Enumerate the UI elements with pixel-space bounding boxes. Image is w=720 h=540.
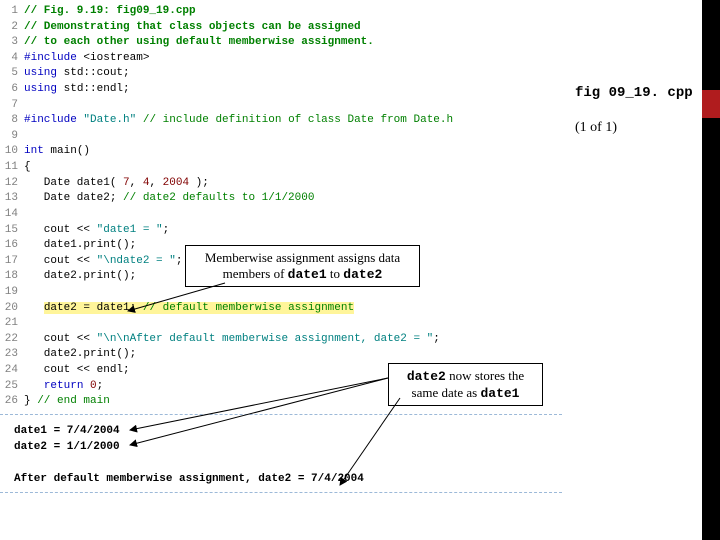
code-line: 5using std::cout; [0, 66, 562, 82]
line-number: 3 [0, 35, 24, 51]
code-line: 6using std::endl; [0, 82, 562, 98]
code-text: // Fig. 9.19: fig09_19.cpp [24, 4, 196, 20]
code-text: #include "Date.h" // include definition … [24, 113, 453, 129]
line-number: 9 [0, 129, 24, 145]
line-number: 17 [0, 254, 24, 270]
line-number: 25 [0, 379, 24, 395]
code-text: int main() [24, 144, 90, 160]
line-number: 12 [0, 176, 24, 192]
output-line: date1 = 7/4/2004 [14, 424, 562, 440]
line-number: 4 [0, 51, 24, 67]
code-line: 19 [0, 285, 562, 301]
line-number: 21 [0, 316, 24, 332]
callout-line: same date as date1 [397, 385, 534, 402]
code-listing: 1// Fig. 9.19: fig09_19.cpp2// Demonstra… [0, 4, 562, 415]
code-line: 21 [0, 316, 562, 332]
code-line: 7 [0, 98, 562, 114]
code-text: date2.print(); [24, 269, 136, 285]
right-accent-strip [702, 0, 720, 540]
callout-line: members of date1 to date2 [194, 266, 411, 283]
callout-line: Memberwise assignment assigns data [194, 250, 411, 266]
code-text [24, 98, 31, 114]
line-number: 18 [0, 269, 24, 285]
code-text: return 0; [24, 379, 103, 395]
code-text [24, 316, 31, 332]
callout-memberwise: Memberwise assignment assigns data membe… [185, 245, 420, 287]
code-text: #include <iostream> [24, 51, 149, 67]
line-number: 23 [0, 347, 24, 363]
code-text: date2 = date1; // default memberwise ass… [24, 301, 354, 317]
code-line: 8#include "Date.h" // include definition… [0, 113, 562, 129]
code-line: 11{ [0, 160, 562, 176]
line-number: 6 [0, 82, 24, 98]
code-text: // to each other using default memberwis… [24, 35, 374, 51]
code-text: cout << "date1 = "; [24, 223, 169, 239]
code-line: 14 [0, 207, 562, 223]
page-indicator: (1 of 1) [575, 120, 617, 136]
code-text [24, 285, 31, 301]
code-text: cout << "\n\nAfter default memberwise as… [24, 332, 440, 348]
code-line: 3// to each other using default memberwi… [0, 35, 562, 51]
code-text: date2.print(); [24, 347, 136, 363]
line-number: 14 [0, 207, 24, 223]
line-number: 24 [0, 363, 24, 379]
code-text: cout << endl; [24, 363, 130, 379]
file-title: fig 09_19. cpp [575, 85, 693, 101]
code-line: 2// Demonstrating that class objects can… [0, 20, 562, 36]
line-number: 19 [0, 285, 24, 301]
line-number: 2 [0, 20, 24, 36]
code-text: // Demonstrating that class objects can … [24, 20, 361, 36]
code-line: 10int main() [0, 144, 562, 160]
line-number: 10 [0, 144, 24, 160]
line-number: 11 [0, 160, 24, 176]
code-line: 15 cout << "date1 = "; [0, 223, 562, 239]
line-number: 8 [0, 113, 24, 129]
output-line [14, 456, 562, 472]
output-line: date2 = 1/1/2000 [14, 440, 562, 456]
line-number: 7 [0, 98, 24, 114]
line-number: 26 [0, 394, 24, 410]
code-text [24, 129, 31, 145]
code-text: date1.print(); [24, 238, 136, 254]
code-text: cout << "\ndate2 = "; [24, 254, 182, 270]
line-number: 22 [0, 332, 24, 348]
callout-date2: date2 now stores the same date as date1 [388, 363, 543, 406]
code-line: 23 date2.print(); [0, 347, 562, 363]
line-number: 16 [0, 238, 24, 254]
code-text: } // end main [24, 394, 110, 410]
line-number: 13 [0, 191, 24, 207]
code-text: Date date2; // date2 defaults to 1/1/200… [24, 191, 314, 207]
code-line: 20 date2 = date1; // default memberwise … [0, 301, 562, 317]
line-number: 15 [0, 223, 24, 239]
code-text: { [24, 160, 31, 176]
line-number: 1 [0, 4, 24, 20]
code-text: using std::cout; [24, 66, 130, 82]
code-line: 12 Date date1( 7, 4, 2004 ); [0, 176, 562, 192]
code-line: 4#include <iostream> [0, 51, 562, 67]
code-text: Date date1( 7, 4, 2004 ); [24, 176, 209, 192]
program-output: date1 = 7/4/2004date2 = 1/1/2000 After d… [0, 420, 562, 493]
line-number: 20 [0, 301, 24, 317]
code-text [24, 207, 31, 223]
code-line: 9 [0, 129, 562, 145]
callout-line: date2 now stores the [397, 368, 534, 385]
line-number: 5 [0, 66, 24, 82]
code-line: 22 cout << "\n\nAfter default memberwise… [0, 332, 562, 348]
code-line: 13 Date date2; // date2 defaults to 1/1/… [0, 191, 562, 207]
code-line: 1// Fig. 9.19: fig09_19.cpp [0, 4, 562, 20]
code-text: using std::endl; [24, 82, 130, 98]
output-line: After default memberwise assignment, dat… [14, 472, 562, 488]
